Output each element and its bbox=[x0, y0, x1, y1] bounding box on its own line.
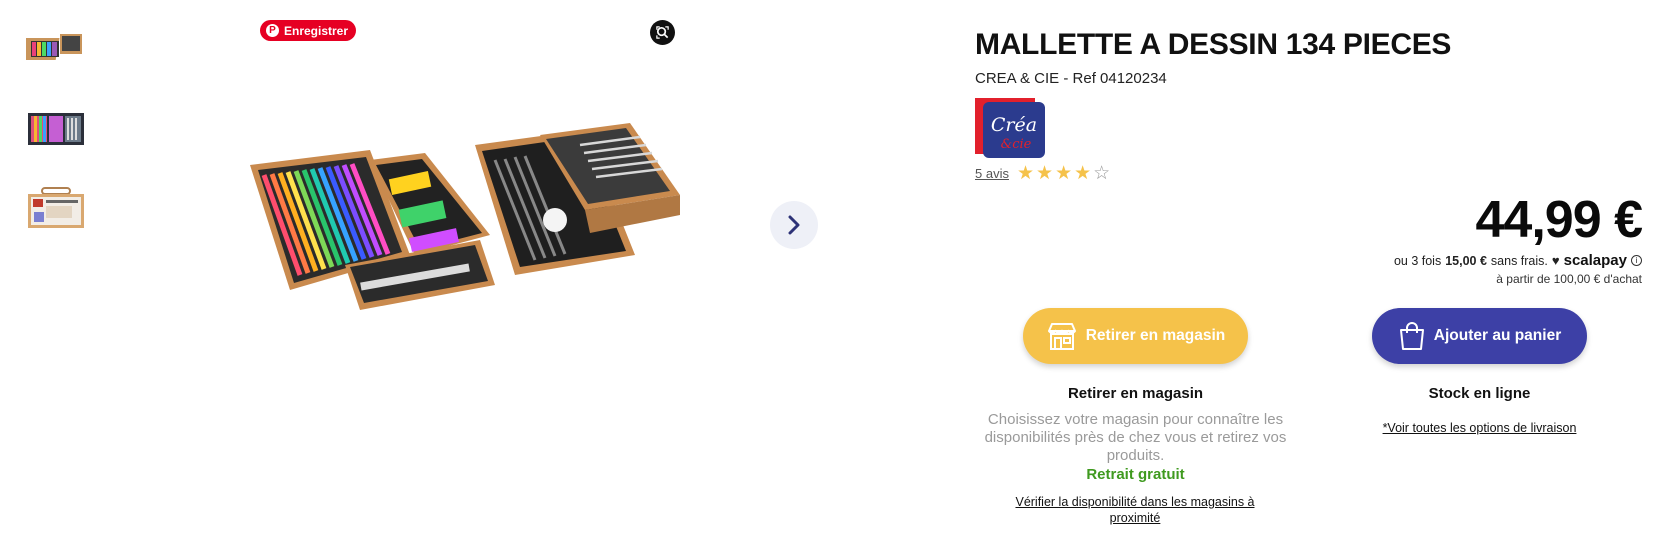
product-brand-ref: CREA & CIE - Ref 04120234 bbox=[975, 70, 1167, 87]
info-icon[interactable]: i bbox=[1631, 255, 1642, 266]
check-availability-link[interactable]: Vérifier la disponibilité dans les magas… bbox=[990, 494, 1280, 526]
store-pickup-button-label: Retirer en magasin bbox=[1085, 327, 1226, 344]
online-stock-title: Stock en ligne bbox=[1428, 385, 1531, 402]
add-to-cart-button[interactable]: Ajouter au panier bbox=[1372, 308, 1587, 364]
scalapay-logo: scalapay bbox=[1563, 252, 1627, 269]
pinterest-save-label: Enregistrer bbox=[284, 23, 349, 38]
thumbnail-1[interactable] bbox=[26, 24, 86, 70]
installments-info: ou 3 fois 15,00 € sans frais. ♥ scalapay… bbox=[1394, 252, 1642, 269]
star-filled-icon: ★ bbox=[1055, 163, 1073, 184]
installments-prefix: ou 3 fois bbox=[1393, 253, 1442, 268]
store-icon bbox=[1047, 323, 1076, 350]
store-pickup-button[interactable]: Retirer en magasin bbox=[1023, 308, 1248, 364]
reviews-link[interactable]: 5 avis bbox=[975, 166, 1009, 181]
reviews-summary: 5 avis ★ ★ ★ ★ ☆ bbox=[975, 164, 1110, 183]
chevron-right-icon bbox=[788, 215, 800, 235]
zoom-icon bbox=[656, 26, 669, 39]
pinterest-icon: P bbox=[266, 24, 279, 37]
store-pickup-description: Choisissez votre magasin pour connaître … bbox=[984, 411, 1287, 464]
delivery-options-link[interactable]: *Voir toutes les options de livraison bbox=[1372, 421, 1587, 435]
thumbnail-list bbox=[26, 24, 88, 267]
thumbnail-2[interactable] bbox=[26, 105, 86, 151]
brand-logo[interactable]: Créa &cie bbox=[975, 98, 1047, 158]
star-filled-icon: ★ bbox=[1016, 163, 1035, 184]
store-pickup-title: Retirer en magasin bbox=[1067, 385, 1204, 402]
product-main-image bbox=[250, 115, 680, 335]
svg-text:&cie: &cie bbox=[1001, 137, 1032, 152]
shopping-bag-icon bbox=[1399, 322, 1424, 350]
star-filled-icon: ★ bbox=[1074, 163, 1092, 184]
star-filled-icon: ★ bbox=[1036, 163, 1054, 184]
rating-stars: ★ ★ ★ ★ ☆ bbox=[1017, 164, 1110, 183]
star-empty-icon: ☆ bbox=[1093, 163, 1111, 184]
add-to-cart-button-label: Ajouter au panier bbox=[1433, 327, 1562, 344]
pinterest-save-button[interactable]: P Enregistrer bbox=[260, 20, 357, 41]
product-title: MALLETTE A DESSIN 134 PIECES bbox=[975, 28, 1452, 61]
scalapay-heart-icon: ♥ bbox=[1551, 253, 1560, 268]
installments-amount: 15,00 € bbox=[1445, 253, 1487, 268]
next-image-button[interactable] bbox=[770, 201, 818, 249]
thumbnail-3[interactable] bbox=[26, 186, 86, 232]
free-pickup-label: Retrait gratuit bbox=[1086, 466, 1185, 483]
svg-text:Créa: Créa bbox=[991, 114, 1037, 136]
product-price: 44,99 € bbox=[1475, 191, 1643, 249]
zoom-button[interactable] bbox=[650, 20, 675, 45]
installments-min-purchase: à partir de 100,00 € d'achat bbox=[1496, 272, 1642, 286]
installments-suffix: sans frais. bbox=[1490, 253, 1548, 268]
